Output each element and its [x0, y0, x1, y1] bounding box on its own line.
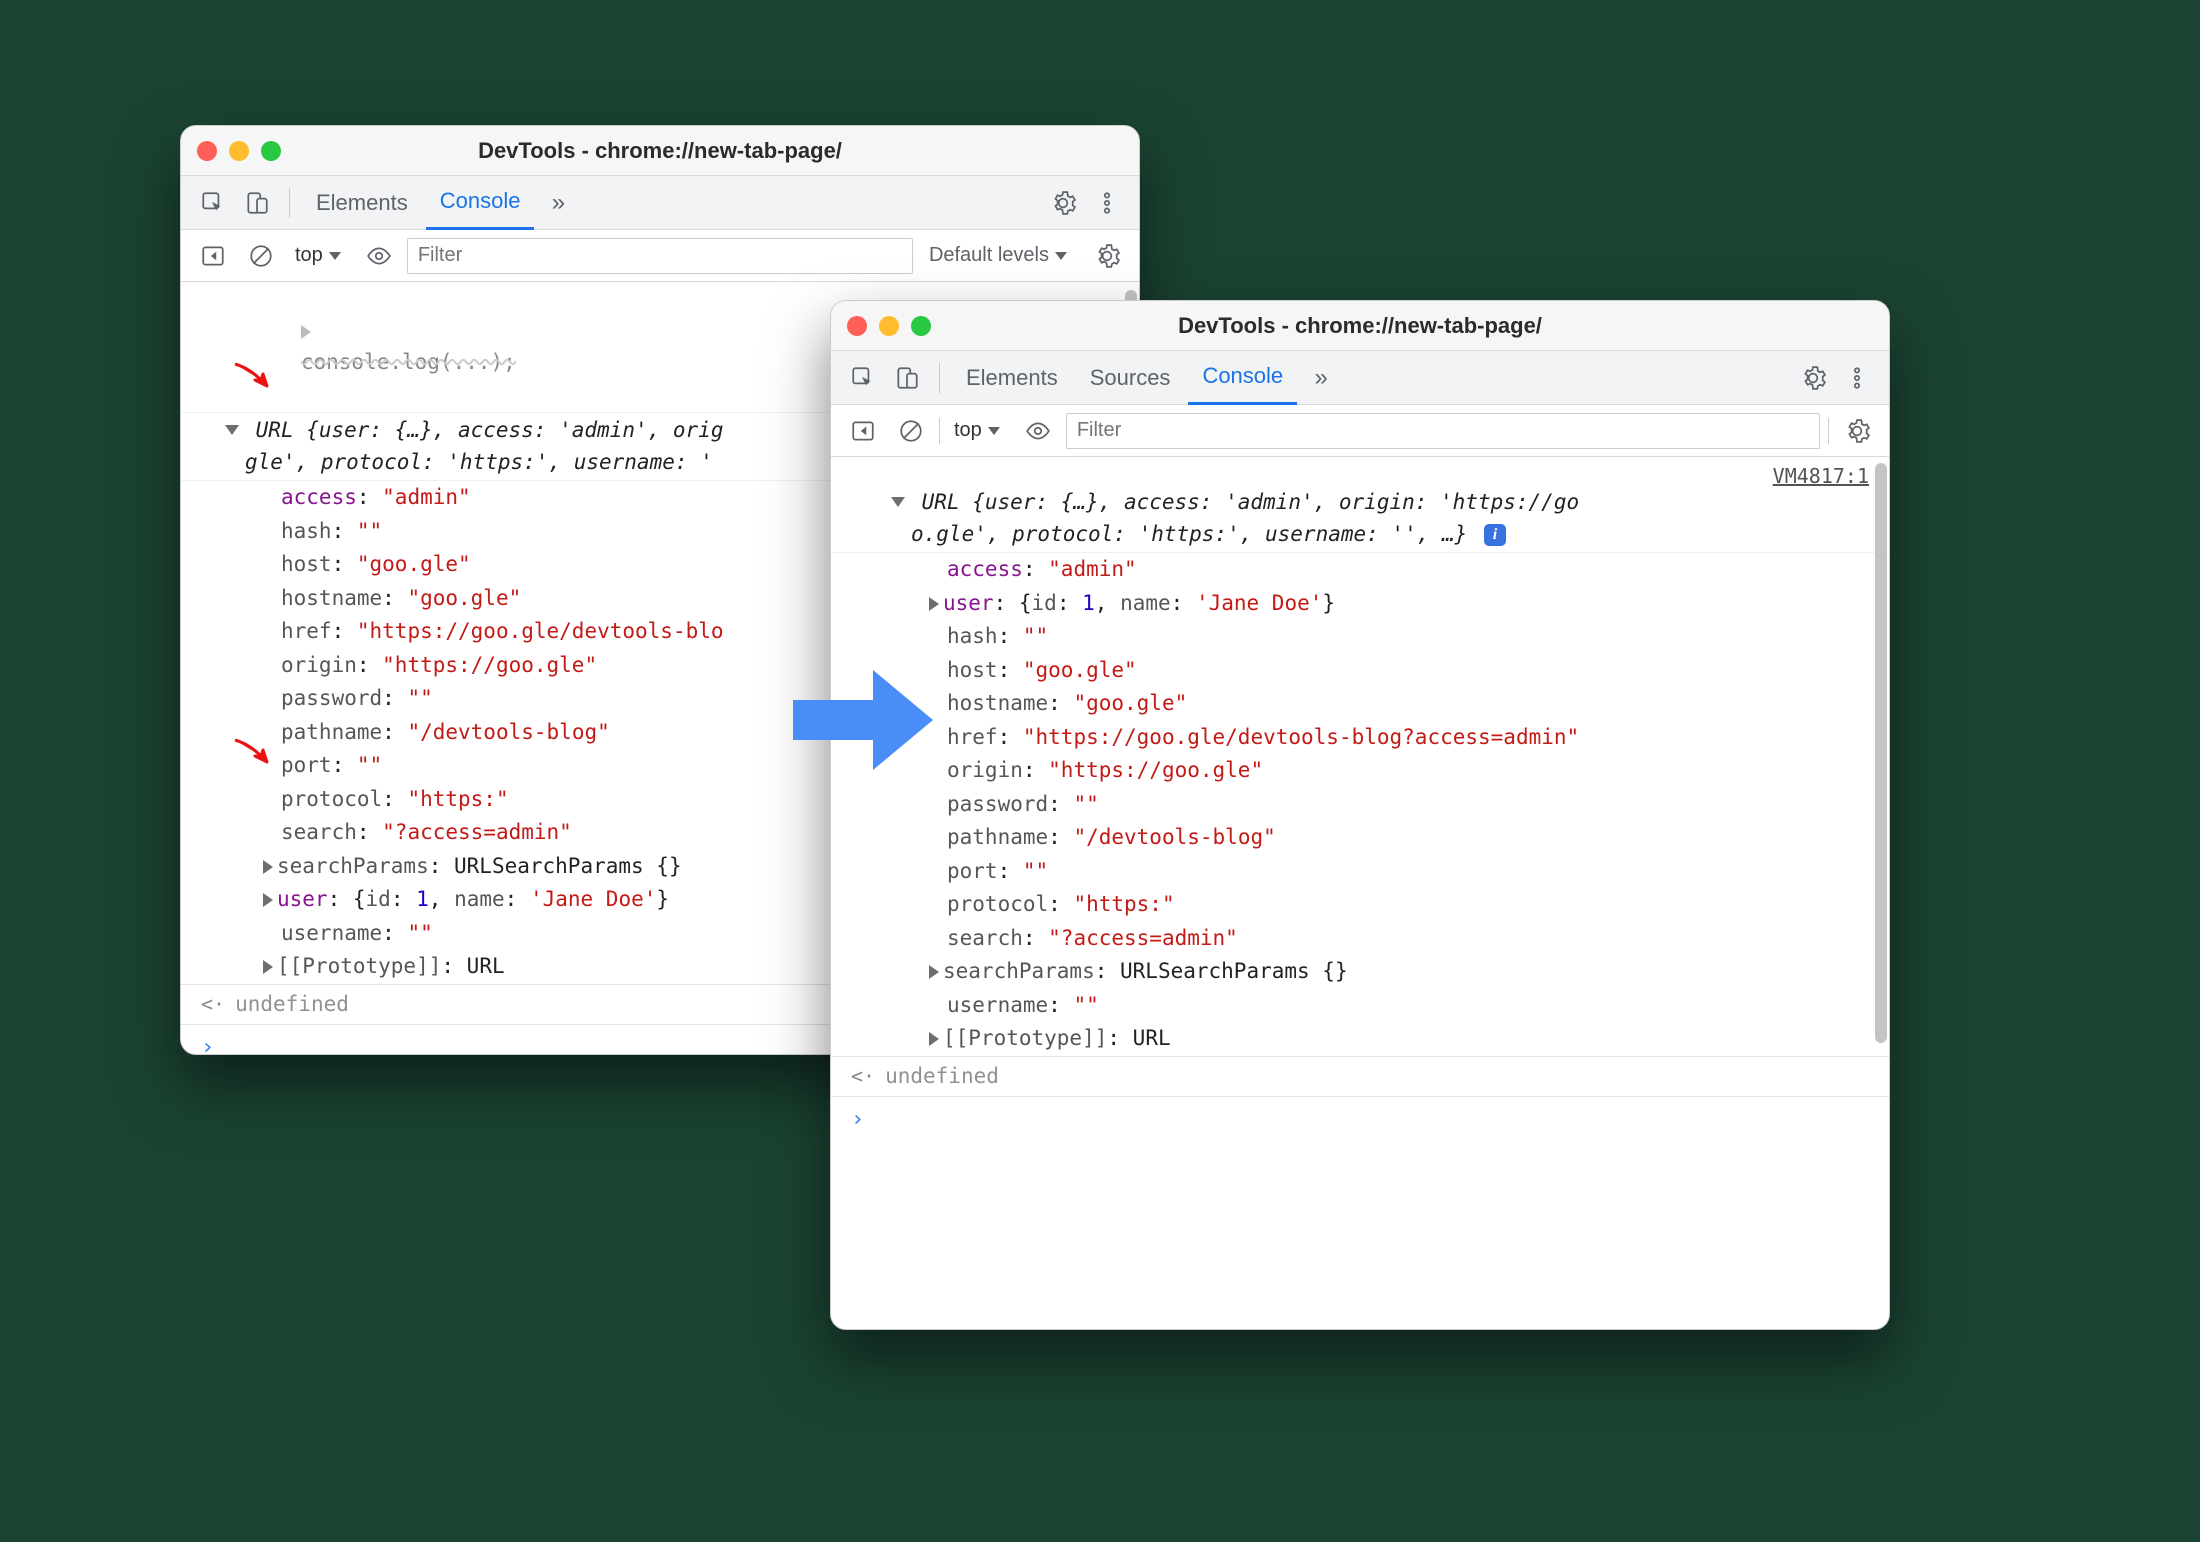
separator [939, 418, 940, 444]
titlebar[interactable]: DevTools - chrome://new-tab-page/ [831, 301, 1889, 351]
object-summary: URL {user: {…}, access: 'admin', orig gl… [225, 418, 723, 474]
prop-password[interactable]: password: "" [947, 788, 1889, 822]
prop-hash[interactable]: hash: "" [947, 620, 1889, 654]
levels-selector[interactable]: Default levels [921, 244, 1079, 267]
transition-arrow-icon [793, 660, 933, 780]
tab-console[interactable]: Console [1188, 351, 1297, 405]
prompt-icon: › [201, 1035, 214, 1055]
expand-icon[interactable] [301, 325, 311, 339]
console-toolbar: top [831, 405, 1889, 457]
filter-input[interactable] [407, 238, 913, 274]
separator [289, 188, 290, 218]
expand-icon[interactable] [929, 597, 939, 611]
prop-search-params[interactable]: searchParams: URLSearchParams {} [947, 955, 1889, 989]
minimize-icon[interactable] [879, 316, 899, 336]
expand-icon[interactable] [929, 1032, 939, 1046]
tab-elements[interactable]: Elements [952, 351, 1072, 405]
return-row: <· undefined [831, 1056, 1889, 1098]
settings-icon[interactable] [1837, 411, 1877, 451]
prop-user[interactable]: user: {id: 1, name: 'Jane Doe'} [947, 587, 1889, 621]
close-icon[interactable] [847, 316, 867, 336]
collapse-icon[interactable] [891, 497, 905, 507]
collapse-icon[interactable] [225, 425, 239, 435]
prompt-icon: › [851, 1107, 864, 1132]
prop-href[interactable]: href: "https://goo.gle/devtools-blog?acc… [947, 721, 1889, 755]
annotation-arrow-icon [231, 734, 275, 766]
console-toolbar: top Default levels [181, 230, 1139, 282]
undefined-label: undefined [885, 1061, 999, 1093]
device-toggle-icon[interactable] [887, 358, 927, 398]
kebab-icon[interactable] [1837, 358, 1877, 398]
settings-icon[interactable] [1087, 236, 1127, 276]
expand-icon[interactable] [263, 893, 273, 907]
sidebar-toggle-icon[interactable] [843, 411, 883, 451]
prop-prototype[interactable]: [[Prototype]]: URL [947, 1022, 1889, 1056]
console-body[interactable]: VM4817:1 URL {user: {…}, access: 'admin'… [831, 457, 1889, 1329]
eye-icon[interactable] [359, 236, 399, 276]
inspect-icon[interactable] [193, 183, 233, 223]
sidebar-toggle-icon[interactable] [193, 236, 233, 276]
zoom-icon[interactable] [261, 141, 281, 161]
annotation-arrow-icon [231, 358, 275, 390]
prop-origin[interactable]: origin: "https://goo.gle" [947, 754, 1889, 788]
prop-access[interactable]: access: "admin" [947, 553, 1889, 587]
filter-input[interactable] [1066, 413, 1820, 449]
separator [1828, 418, 1829, 444]
tab-console[interactable]: Console [426, 176, 535, 230]
object-row[interactable]: URL {user: {…}, access: 'admin', origin:… [831, 457, 1889, 553]
separator [939, 363, 940, 393]
tabbar: Elements Sources Console » [831, 351, 1889, 405]
zoom-icon[interactable] [911, 316, 931, 336]
context-label: top [295, 244, 323, 267]
devtools-window-after: DevTools - chrome://new-tab-page/ Elemen… [830, 300, 1890, 1330]
eye-icon[interactable] [1018, 411, 1058, 451]
caret-down-icon [988, 427, 1000, 435]
close-icon[interactable] [197, 141, 217, 161]
prop-username[interactable]: username: "" [947, 989, 1889, 1023]
return-icon: <· [201, 989, 225, 1019]
traffic-lights [197, 141, 281, 161]
expand-icon[interactable] [929, 965, 939, 979]
clear-console-icon[interactable] [241, 236, 281, 276]
prop-pathname[interactable]: pathname: "/devtools-blog" [947, 821, 1889, 855]
more-tabs-icon[interactable]: » [538, 183, 578, 223]
settings-icon[interactable] [1043, 183, 1083, 223]
levels-label: Default levels [929, 244, 1049, 267]
tab-elements[interactable]: Elements [302, 176, 422, 230]
traffic-lights [847, 316, 931, 336]
prompt-row[interactable]: › [831, 1097, 1889, 1142]
object-summary: URL {user: {…}, access: 'admin', origin:… [891, 490, 1579, 546]
minimize-icon[interactable] [229, 141, 249, 161]
settings-icon[interactable] [1793, 358, 1833, 398]
prop-host[interactable]: host: "goo.gle" [947, 654, 1889, 688]
inspect-icon[interactable] [843, 358, 883, 398]
kebab-icon[interactable] [1087, 183, 1127, 223]
caret-down-icon [329, 252, 341, 260]
info-icon[interactable]: i [1484, 524, 1506, 546]
more-tabs-icon[interactable]: » [1301, 358, 1341, 398]
expand-icon[interactable] [263, 860, 273, 874]
object-properties: access: "admin" user: {id: 1, name: 'Jan… [831, 553, 1889, 1056]
expand-icon[interactable] [263, 960, 273, 974]
clear-console-icon[interactable] [891, 411, 931, 451]
window-title: DevTools - chrome://new-tab-page/ [831, 313, 1889, 339]
scrollbar[interactable] [1875, 463, 1887, 1043]
tabbar: Elements Console » [181, 176, 1139, 230]
window-title: DevTools - chrome://new-tab-page/ [181, 138, 1139, 164]
context-selector[interactable]: top [948, 419, 1010, 442]
undefined-label: undefined [235, 989, 349, 1021]
prop-search[interactable]: search: "?access=admin" [947, 922, 1889, 956]
prop-protocol[interactable]: protocol: "https:" [947, 888, 1889, 922]
context-selector[interactable]: top [289, 244, 351, 267]
titlebar[interactable]: DevTools - chrome://new-tab-page/ [181, 126, 1139, 176]
prop-port[interactable]: port: "" [947, 855, 1889, 889]
caret-down-icon [1055, 252, 1067, 260]
tab-sources[interactable]: Sources [1076, 351, 1185, 405]
device-toggle-icon[interactable] [237, 183, 277, 223]
return-icon: <· [851, 1061, 875, 1091]
context-label: top [954, 419, 982, 442]
prop-hostname[interactable]: hostname: "goo.gle" [947, 687, 1889, 721]
